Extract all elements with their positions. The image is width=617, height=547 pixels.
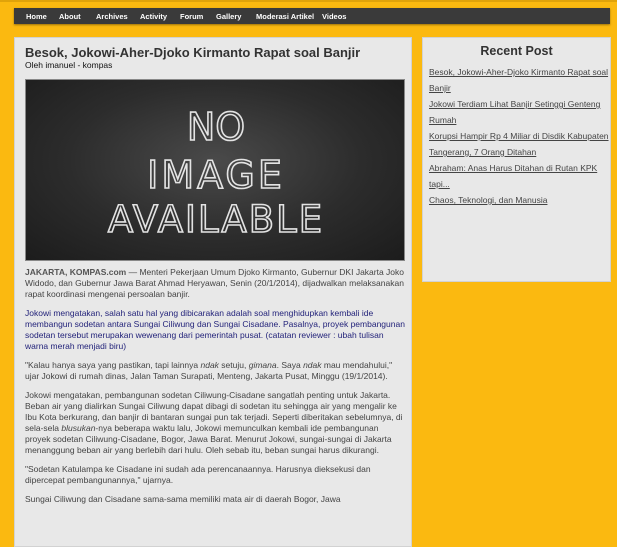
image-text-image: IMAGE: [147, 153, 285, 197]
top-nav-bar: Home About Archives Activity Forum Galle…: [14, 8, 610, 24]
image-text-no: NO: [187, 105, 245, 149]
sidebar-heading: Recent Post: [480, 44, 553, 58]
nav-about[interactable]: About: [59, 12, 81, 21]
nav-gallery[interactable]: Gallery: [216, 12, 241, 21]
recent-post-link-5[interactable]: Chaos, Teknologi, dan Manusia: [429, 195, 547, 205]
post-container: Besok, Jokowi-Aher-Djoko Kirmanto Rapat …: [14, 37, 412, 547]
post-title: Besok, Jokowi-Aher-Djoko Kirmanto Rapat …: [25, 45, 361, 60]
list-item: Besok, Jokowi-Aher-Djoko Kirmanto Rapat …: [429, 64, 609, 96]
no-image-placeholder: NO IMAGE AVAILABLE: [25, 79, 405, 261]
recent-post-list: Besok, Jokowi-Aher-Djoko Kirmanto Rapat …: [429, 64, 609, 208]
paragraph-4: Jokowi mengatakan, pembangunan sodetan C…: [25, 390, 403, 455]
recent-post-link-3[interactable]: Korupsi Hampir Rp 4 Miliar di Disdik Kab…: [429, 131, 609, 157]
dateline: JAKARTA, KOMPAS.com: [25, 267, 127, 277]
list-item: Jokowi Terdiam Lihat Banjir Setinggi Gen…: [429, 96, 609, 128]
nav-activity[interactable]: Activity: [140, 12, 167, 21]
paragraph-6: Sungai Ciliwung dan Cisadane sama-sama m…: [25, 494, 341, 504]
post-byline: Oleh imanuel - kompas: [25, 60, 113, 70]
top-border: [0, 0, 617, 2]
nav-moderasi-artikel[interactable]: Moderasi Artikel: [256, 12, 314, 21]
paragraph-2: Jokowi mengatakan, salah satu hal yang d…: [25, 308, 405, 351]
recent-post-link-4[interactable]: Abraham: Anas Harus Ditahan di Rutan KPK…: [429, 163, 597, 189]
nav-videos[interactable]: Videos: [322, 12, 346, 21]
nav-archives[interactable]: Archives: [96, 12, 128, 21]
nav-forum[interactable]: Forum: [180, 12, 203, 21]
paragraph-1: JAKARTA, KOMPAS.com — Menteri Pekerjaan …: [25, 267, 405, 300]
recent-post-link-1[interactable]: Besok, Jokowi-Aher-Djoko Kirmanto Rapat …: [429, 67, 608, 93]
article-body: JAKARTA, KOMPAS.com — Menteri Pekerjaan …: [25, 267, 405, 513]
nav-home[interactable]: Home: [26, 12, 47, 21]
image-text-available: AVAILABLE: [108, 198, 324, 241]
paragraph-5: "Sodetan Katulampa ke Cisadane ini sudah…: [25, 464, 371, 485]
recent-post-link-2[interactable]: Jokowi Terdiam Lihat Banjir Setinggi Gen…: [429, 99, 600, 125]
paragraph-3: "Kalau hanya saya yang pastikan, tapi la…: [25, 360, 393, 381]
list-item: Chaos, Teknologi, dan Manusia: [429, 192, 609, 208]
list-item: Abraham: Anas Harus Ditahan di Rutan KPK…: [429, 160, 609, 192]
list-item: Korupsi Hampir Rp 4 Miliar di Disdik Kab…: [429, 128, 609, 160]
recent-post-sidebar: Recent Post Besok, Jokowi-Aher-Djoko Kir…: [422, 37, 611, 282]
